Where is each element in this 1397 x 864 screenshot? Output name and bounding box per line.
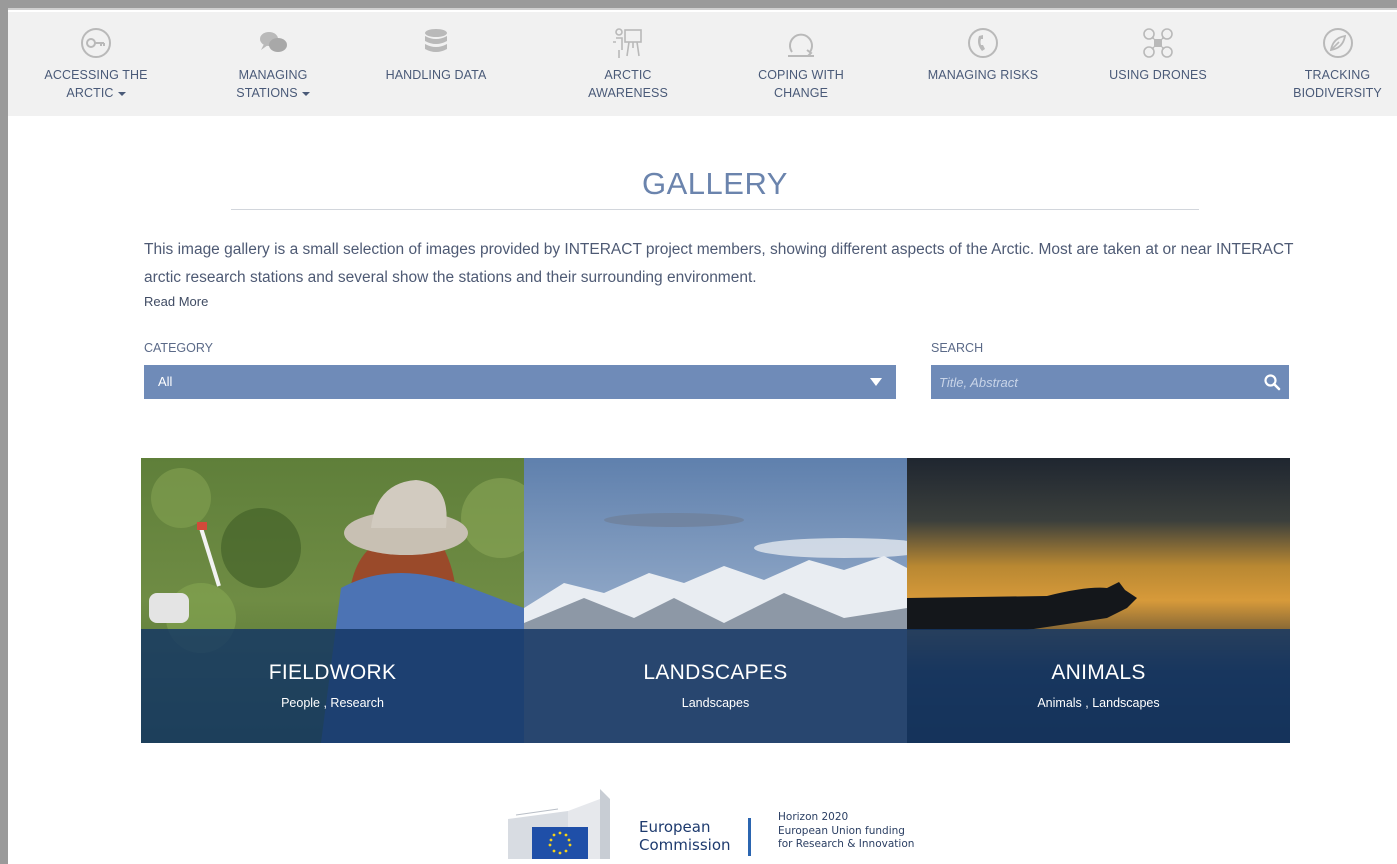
category-select[interactable]: All [144,365,896,399]
card-tags: Landscapes [681,696,750,710]
ec-wordmark: European Commission [639,818,731,854]
nav-item-coping-with-change[interactable]: COPING WITH CHANGE [736,12,866,116]
nav-item-accessing-the-arctic[interactable]: ACCESSING THE ARCTIC [28,12,164,116]
card-overlay [907,629,1290,743]
caret-down-icon [301,91,310,96]
card-title: FIELDWORK [268,661,397,684]
card-title: ANIMALS [1051,661,1146,684]
card-overlay [141,629,524,743]
search-input[interactable] [931,365,1251,399]
nav-item-handling-data[interactable]: HANDLING DATA [366,12,506,116]
nav-label-line2: AWARENESS [588,86,668,100]
card-title: LANDSCAPES [643,661,788,684]
search-icon[interactable] [1263,373,1281,391]
drone-icon [1143,28,1173,58]
nav-label-line1: TRACKING [1304,68,1371,82]
nav-label-line2: ARCTIC [66,86,114,100]
loop-arrow-icon [788,33,814,57]
nav-label-line1: MANAGING RISKS [927,68,1039,82]
search-label: SEARCH [931,341,984,355]
search-box [931,365,1289,399]
nav-label-line1: MANAGING [238,68,308,82]
nav-label-line1: HANDLING DATA [385,68,487,82]
card-overlay [524,629,907,743]
page-title: GALLERY [642,166,788,201]
chat-bubbles-icon [260,32,287,52]
nav-label-line1: ACCESSING THE [44,68,148,82]
title-divider [231,209,1199,210]
nav-label-line2: BIODIVERSITY [1293,86,1382,100]
read-more-link[interactable]: Read More [144,294,208,309]
database-icon [425,29,447,52]
h2020-line2: European Union funding [778,824,905,837]
presentation-icon [613,28,642,58]
horizon-2020-text: Horizon 2020 European Union funding for … [778,811,914,852]
caret-down-icon [117,91,126,96]
ec-line2: Commission [639,836,731,854]
nav-item-managing-risks[interactable]: MANAGING RISKS [913,12,1053,116]
phone-icon [968,28,998,58]
h2020-line3: for Research & Innovation [778,838,915,850]
nav-item-arctic-awareness[interactable]: ARCTIC AWARENESS [568,12,688,116]
leaf-icon [1322,28,1353,58]
category-label: CATEGORY [144,341,213,355]
nav-label-line2: STATIONS [236,86,298,100]
nav-item-managing-stations[interactable]: MANAGING STATIONS [208,12,338,116]
nav-label-line1: ARCTIC [604,68,652,82]
gallery-card-animals[interactable]: ANIMALS Animals , Landscapes [907,458,1290,743]
intro-text: This image gallery is a small selection … [144,241,1294,286]
nav-item-using-drones[interactable]: USING DRONES [1098,12,1218,116]
nav-item-tracking-biodiversity[interactable]: TRACKING BIODIVERSITY [1278,12,1397,116]
nav-label-line1: COPING WITH [758,68,844,82]
key-icon [81,28,111,58]
card-tags: Animals , Landscapes [1037,696,1160,710]
card-tags: People , Research [281,696,384,710]
ec-line1: European [639,818,711,836]
nav-label-line1: USING DRONES [1109,68,1207,82]
h2020-line1: Horizon 2020 [778,811,849,823]
dropdown-arrow-icon [870,378,882,386]
gallery-card-fieldwork[interactable]: FIELDWORK People , Research [141,458,524,743]
category-selected-value: All [158,374,173,389]
page: ACCESSING THE ARCTIC MANAGING STATIONS HAN… [8,8,1397,864]
footer-divider [748,818,751,856]
top-navigation: ACCESSING THE ARCTIC MANAGING STATIONS HAN… [8,12,1397,116]
nav-label-line2: CHANGE [773,86,829,100]
gallery-card-landscapes[interactable]: LANDSCAPES Landscapes [524,458,907,743]
